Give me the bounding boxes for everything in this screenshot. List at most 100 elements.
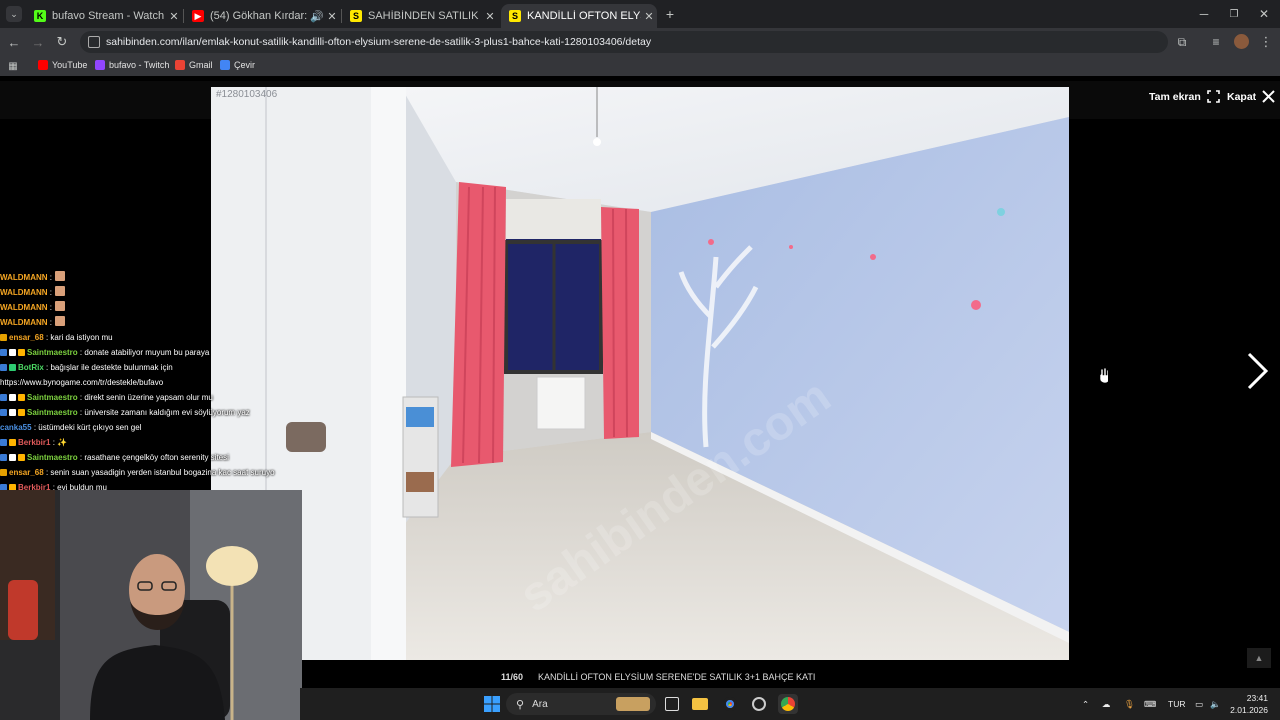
chat-badge-icon bbox=[18, 394, 25, 401]
close-tab-icon[interactable]: ✕ bbox=[641, 10, 657, 23]
bookmark-gmail[interactable]: Gmail bbox=[175, 60, 213, 70]
search-icon: ⚲ bbox=[516, 698, 525, 711]
chat-badge-icon bbox=[9, 409, 16, 416]
new-tab-icon[interactable]: + bbox=[662, 6, 678, 22]
network-icon[interactable]: ▭ bbox=[1195, 699, 1203, 710]
chat-message: WALDMANN : bbox=[0, 285, 300, 300]
menu-icon[interactable]: ⋮ bbox=[1258, 34, 1274, 50]
taskbar-search[interactable]: ⚲ Ara bbox=[506, 693, 656, 715]
restore-icon[interactable]: ❐ bbox=[1226, 6, 1242, 22]
chat-username: WALDMANN bbox=[0, 318, 48, 327]
streamer-webcam bbox=[0, 490, 302, 720]
chat-badge-icon bbox=[18, 349, 25, 356]
scroll-top-button[interactable]: ▲ bbox=[1247, 648, 1271, 668]
steam-icon[interactable] bbox=[749, 694, 769, 714]
close-tab-icon[interactable]: ✕ bbox=[166, 10, 182, 23]
close-icon bbox=[1262, 90, 1275, 103]
profile-avatar[interactable] bbox=[1234, 34, 1249, 49]
listing-photo[interactable]: sahibinden.com bbox=[211, 87, 1069, 660]
tab-sahibinden-listing[interactable]: S SAHİBİNDEN SATILIK CENNET K ✕ bbox=[342, 4, 498, 28]
url-text[interactable]: sahibinden.com/ilan/emlak-konut-satilik-… bbox=[106, 36, 651, 48]
file-explorer-icon[interactable] bbox=[690, 694, 710, 714]
tab-search-icon[interactable]: ⌄ bbox=[6, 6, 22, 22]
mute-tab-icon[interactable]: 🔊 bbox=[310, 10, 324, 23]
next-photo-chevron-icon[interactable] bbox=[1244, 352, 1270, 390]
bookmark-translate[interactable]: Çevir bbox=[220, 60, 255, 70]
chat-username: ensar_68 bbox=[9, 333, 44, 342]
tab-active-listing[interactable]: S KANDİLLİ OFTON ELYSİUM SERE ✕ bbox=[501, 4, 657, 28]
chat-badge-icon bbox=[9, 439, 16, 446]
reload-icon[interactable]: ↻ bbox=[54, 34, 70, 50]
chat-badge-icon bbox=[0, 469, 7, 476]
close-gallery-button[interactable]: Kapat bbox=[1227, 90, 1275, 103]
chat-username: BotRix bbox=[18, 363, 44, 372]
chat-badge-icon bbox=[0, 439, 7, 446]
close-tab-icon[interactable]: ✕ bbox=[324, 10, 340, 23]
chat-message: ensar_68 : senin suan yasadigin yerden i… bbox=[0, 465, 300, 480]
address-bar[interactable]: sahibinden.com/ilan/emlak-konut-satilik-… bbox=[80, 31, 1168, 53]
chat-username: Saintmaestro bbox=[27, 393, 78, 402]
bookmark-twitch[interactable]: bufavo - Twitch bbox=[95, 60, 169, 70]
extensions-icon[interactable]: ⧉ bbox=[1174, 34, 1190, 50]
media-control-icon[interactable]: ≡ bbox=[1208, 34, 1224, 50]
chat-badge-icon bbox=[9, 454, 16, 461]
chat-text: : üniversite zamanı kaldığım evi söylüyo… bbox=[79, 408, 250, 417]
close-tab-icon[interactable]: ✕ bbox=[482, 10, 498, 23]
back-icon[interactable]: ← bbox=[6, 34, 22, 50]
close-window-icon[interactable]: ✕ bbox=[1256, 6, 1272, 22]
site-info-icon[interactable] bbox=[88, 36, 100, 48]
tab-youtube-video[interactable]: ▶ (54) Gökhan Kırdar: Hekimo 🔊 ✕ bbox=[184, 4, 340, 28]
chrome-icon[interactable] bbox=[720, 694, 740, 714]
chat-message: ensar_68 : kari da istiyon mu bbox=[0, 330, 300, 345]
forward-icon[interactable]: → bbox=[30, 34, 46, 50]
keyboard-icon[interactable]: ⌨ bbox=[1144, 699, 1156, 710]
chat-message: canka55 : üstümdeki kürt çıkıyo sen gel bbox=[0, 420, 300, 435]
network-app-icon[interactable]: ☁ bbox=[1102, 699, 1111, 710]
chat-message: WALDMANN : bbox=[0, 300, 300, 315]
youtube-icon bbox=[38, 60, 48, 70]
chat-badge-icon bbox=[9, 394, 16, 401]
chat-message: Saintmaestro : direkt senin üzerine yaps… bbox=[0, 390, 300, 405]
chat-text: : bbox=[49, 303, 53, 312]
mouse-cursor-icon bbox=[1099, 368, 1108, 383]
volume-icon[interactable]: 🔈 bbox=[1210, 699, 1221, 710]
apps-grid-icon[interactable]: ▦ bbox=[6, 59, 20, 73]
chat-username: Saintmaestro bbox=[27, 408, 78, 417]
sahibinden-icon: S bbox=[509, 10, 521, 22]
chat-badge-icon bbox=[0, 394, 7, 401]
windows-start-icon[interactable] bbox=[482, 694, 502, 714]
emote-icon bbox=[55, 301, 66, 311]
gmail-icon bbox=[175, 60, 185, 70]
twitch-icon bbox=[95, 60, 105, 70]
chat-badge-icon bbox=[0, 364, 7, 371]
youtube-icon: ▶ bbox=[192, 10, 204, 22]
fullscreen-button[interactable]: Tam ekran bbox=[1149, 90, 1220, 103]
photo-caption: KANDİLLİ OFTON ELYSİUM SERENE'DE SATILIK… bbox=[538, 672, 816, 682]
kick-icon: K bbox=[34, 10, 46, 22]
listing-id: #1280103406 bbox=[216, 89, 278, 100]
chat-message: Saintmaestro : donate atabiliyor muyum b… bbox=[0, 345, 300, 360]
browser-tab-bar: ⌄ K bufavo Stream - Watch Live on ✕ ▶ (5… bbox=[0, 0, 1280, 28]
tab-kick-stream[interactable]: K bufavo Stream - Watch Live on ✕ bbox=[26, 4, 182, 28]
chat-message: https://www.bynogame.com/tr/destekle/buf… bbox=[0, 375, 300, 390]
stream-chat-overlay: WALDMANN : WALDMANN : WALDMANN : WALDMANN :… bbox=[0, 270, 300, 495]
chat-message: WALDMANN : bbox=[0, 315, 300, 330]
show-hidden-icons[interactable]: ⌃ bbox=[1082, 699, 1089, 710]
microphone-icon[interactable]: 🎙 bbox=[1124, 699, 1135, 710]
translate-icon bbox=[220, 60, 230, 70]
bookmarks-bar: ▦ YouTube bufavo - Twitch Gmail Çevir bbox=[0, 56, 1280, 76]
chat-badge-icon bbox=[0, 454, 7, 461]
chat-text: : bbox=[49, 273, 53, 282]
bookmark-youtube[interactable]: YouTube bbox=[38, 60, 87, 70]
emote-icon bbox=[55, 271, 66, 281]
chrome-active-icon[interactable] bbox=[778, 694, 798, 714]
chat-text: : bağışlar ile destekte bulunmak için bbox=[46, 363, 173, 372]
minimize-icon[interactable]: ─ bbox=[1196, 6, 1212, 22]
sahibinden-icon: S bbox=[350, 10, 362, 22]
chat-username: Saintmaestro bbox=[27, 453, 78, 462]
task-view-icon[interactable] bbox=[662, 694, 682, 714]
chat-message: Berkbir1 : ✨ bbox=[0, 435, 300, 450]
photo-counter: 11/60 bbox=[501, 672, 524, 682]
language-indicator[interactable]: TUR bbox=[1168, 699, 1185, 709]
system-clock[interactable]: 23:41 2.01.2026 bbox=[1222, 692, 1268, 716]
